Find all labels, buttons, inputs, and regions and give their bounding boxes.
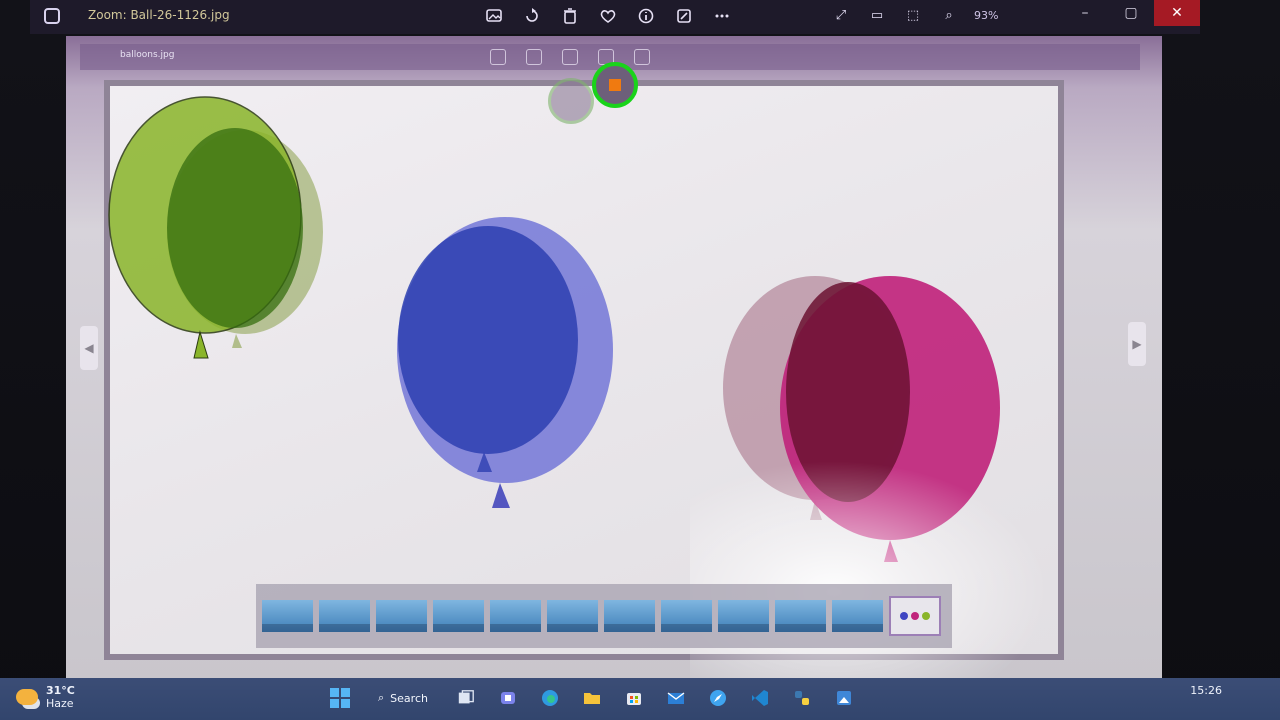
chevron-right-icon: ▶ <box>1132 337 1142 351</box>
taskbar: 31°C Haze ⌕ Search 15:26 <box>0 678 1280 720</box>
close-button[interactable]: ✕ <box>1154 0 1200 26</box>
thumbnail[interactable] <box>661 600 712 632</box>
minimize-button[interactable]: – <box>1062 0 1108 26</box>
close-icon: ✕ <box>1171 5 1183 21</box>
marker-center <box>609 79 621 91</box>
photos-app-taskbar-icon[interactable] <box>828 682 860 714</box>
maximize-button[interactable]: ▢ <box>1108 0 1154 26</box>
teams-icon[interactable] <box>492 682 524 714</box>
view-icon[interactable] <box>482 4 506 28</box>
filmstrip <box>256 584 952 648</box>
thumbnail[interactable] <box>262 600 313 632</box>
mail-icon[interactable] <box>660 682 692 714</box>
thumbnail[interactable] <box>718 600 769 632</box>
thumb-dot <box>922 612 930 620</box>
zoom-icon[interactable]: ⌕ <box>938 4 960 26</box>
chevron-left-icon: ◀ <box>84 341 94 355</box>
edge-icon[interactable] <box>534 682 566 714</box>
inner-rotate-icon <box>526 49 542 65</box>
taskbar-center: ⌕ Search <box>324 682 860 714</box>
info-icon[interactable] <box>634 4 658 28</box>
zoom-level: 93% <box>974 8 999 22</box>
weather-widget[interactable]: 31°C Haze <box>16 684 75 710</box>
ghost-marker <box>548 78 594 124</box>
rotate-icon[interactable] <box>520 4 544 28</box>
inner-view-icon <box>490 49 506 65</box>
search-label: Search <box>390 691 428 705</box>
selection-marker[interactable] <box>592 62 638 108</box>
thumbnail[interactable] <box>832 600 883 632</box>
thumbnail[interactable] <box>775 600 826 632</box>
weather-icon <box>16 689 38 705</box>
thumb-dot <box>900 612 908 620</box>
thumbnail-selected[interactable] <box>889 596 941 636</box>
next-button[interactable]: ▶ <box>1128 322 1146 366</box>
clock-time: 15:26 <box>1190 684 1222 697</box>
thumbnail[interactable] <box>376 600 427 632</box>
inner-delete-icon <box>562 49 578 65</box>
task-view-button[interactable] <box>450 682 482 714</box>
windows-icon <box>330 688 350 708</box>
previous-button[interactable]: ◀ <box>80 326 98 370</box>
file-explorer-icon[interactable] <box>576 682 608 714</box>
python-icon[interactable] <box>786 682 818 714</box>
image-toolbar <box>482 2 734 30</box>
start-button[interactable] <box>324 682 356 714</box>
window-controls: – ▢ ✕ <box>1062 0 1200 26</box>
edit-icon[interactable] <box>672 4 696 28</box>
inner-toolbar <box>490 49 650 65</box>
thumbnail[interactable] <box>490 600 541 632</box>
system-tray[interactable]: 15:26 <box>1190 684 1222 698</box>
inner-share-icon <box>634 49 650 65</box>
delete-icon[interactable] <box>558 4 582 28</box>
heart-icon[interactable] <box>596 4 620 28</box>
thumbnail[interactable] <box>604 600 655 632</box>
app-titlebar: Zoom: Ball-26-1126.jpg ⤢ ▭ ⬚ ⌕ 93% – ▢ ✕ <box>30 0 1200 34</box>
inner-file-name: balloons.jpg <box>120 50 175 60</box>
window-title: Zoom: Ball-26-1126.jpg <box>88 8 230 22</box>
slideshow-icon[interactable]: ▭ <box>866 4 888 26</box>
titlebar-right-tools: ⤢ ▭ ⬚ ⌕ 93% <box>830 4 999 26</box>
weather-condition: Haze <box>46 697 74 710</box>
thumbnail[interactable] <box>319 600 370 632</box>
thumb-dot <box>911 612 919 620</box>
more-icon[interactable] <box>710 4 734 28</box>
vscode-icon[interactable] <box>744 682 776 714</box>
store-icon[interactable] <box>618 682 650 714</box>
expand-icon[interactable]: ⤢ <box>830 4 852 26</box>
thumbnail[interactable] <box>433 600 484 632</box>
photo-app-icon <box>44 8 60 24</box>
safari-icon[interactable] <box>702 682 734 714</box>
fit-icon[interactable]: ⬚ <box>902 4 924 26</box>
thumbnail[interactable] <box>547 600 598 632</box>
search-icon: ⌕ <box>378 691 385 704</box>
weather-temp: 31°C <box>46 684 75 697</box>
taskbar-search[interactable]: ⌕ Search <box>366 683 440 713</box>
